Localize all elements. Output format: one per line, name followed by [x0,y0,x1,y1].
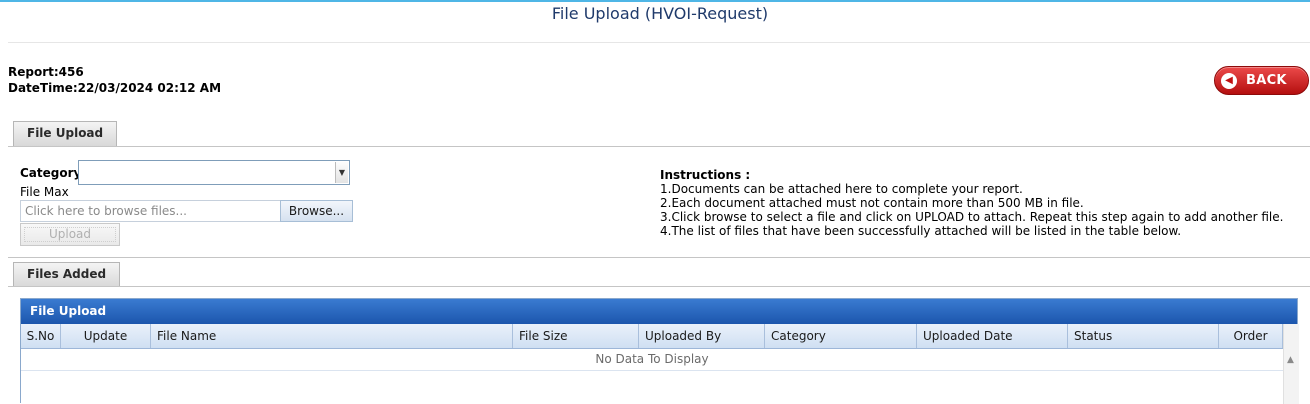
file-browse-input[interactable]: Click here to browse files... [20,200,281,222]
instruction-line: 4.The list of files that have been succe… [660,224,1182,238]
upload-button-focus-ring [24,227,116,242]
column-header-category[interactable]: Category [765,324,917,348]
tab-divider [8,146,1310,147]
grid-scrollbar[interactable]: ▲ [1283,324,1299,404]
column-header-status[interactable]: Status [1068,324,1219,348]
file-max-label: File Max [20,185,69,199]
upload-button[interactable]: Upload [20,223,120,246]
report-info: Report:456 DateTime:22/03/2024 02:12 AM [8,64,221,96]
tab-divider [8,286,1310,287]
top-accent-line [0,0,1310,2]
column-header-order[interactable]: Order [1219,324,1283,348]
instructions-heading: Instructions : [660,168,751,182]
back-button-label: BACK [1246,73,1287,88]
browse-button[interactable]: Browse... [280,200,353,222]
instructions: Instructions : 1.Documents can be attach… [660,168,1283,238]
section-divider [8,257,1310,258]
category-label: Category [20,166,82,180]
tab-file-upload[interactable]: File Upload [13,121,118,146]
instruction-line: 3.Click browse to select a file and clic… [660,210,1284,224]
grid-title: File Upload [21,299,1297,324]
column-header-uploaded-by[interactable]: Uploaded By [639,324,765,348]
scroll-up-icon[interactable]: ▲ [1287,355,1294,365]
column-header-file-size[interactable]: File Size [513,324,639,348]
back-button[interactable]: ◀ BACK [1214,66,1309,95]
instruction-line: 1.Documents can be attached here to comp… [660,182,1023,196]
grid-header-row: S.No Update File Name File Size Uploaded… [21,324,1283,349]
chevron-down-icon[interactable]: ▼ [335,162,348,183]
title-divider [8,42,1310,43]
arrow-left-icon: ◀ [1221,73,1237,89]
report-datetime: DateTime:22/03/2024 02:12 AM [8,81,222,95]
files-grid: File Upload S.No Update File Name File S… [20,298,1299,404]
tab-files-added[interactable]: Files Added [13,262,121,287]
page-title: File Upload (HVOI-Request) [551,4,769,23]
report-number: Report:456 [8,65,84,79]
grid-empty-message: No Data To Display [21,350,1283,371]
column-header-uploaded-date[interactable]: Uploaded Date [917,324,1068,348]
category-select[interactable]: ▼ [78,160,350,185]
column-header-sno[interactable]: S.No [21,324,61,348]
instruction-line: 2.Each document attached must not contai… [660,196,1084,210]
column-header-update[interactable]: Update [61,324,151,348]
column-header-file-name[interactable]: File Name [151,324,513,348]
